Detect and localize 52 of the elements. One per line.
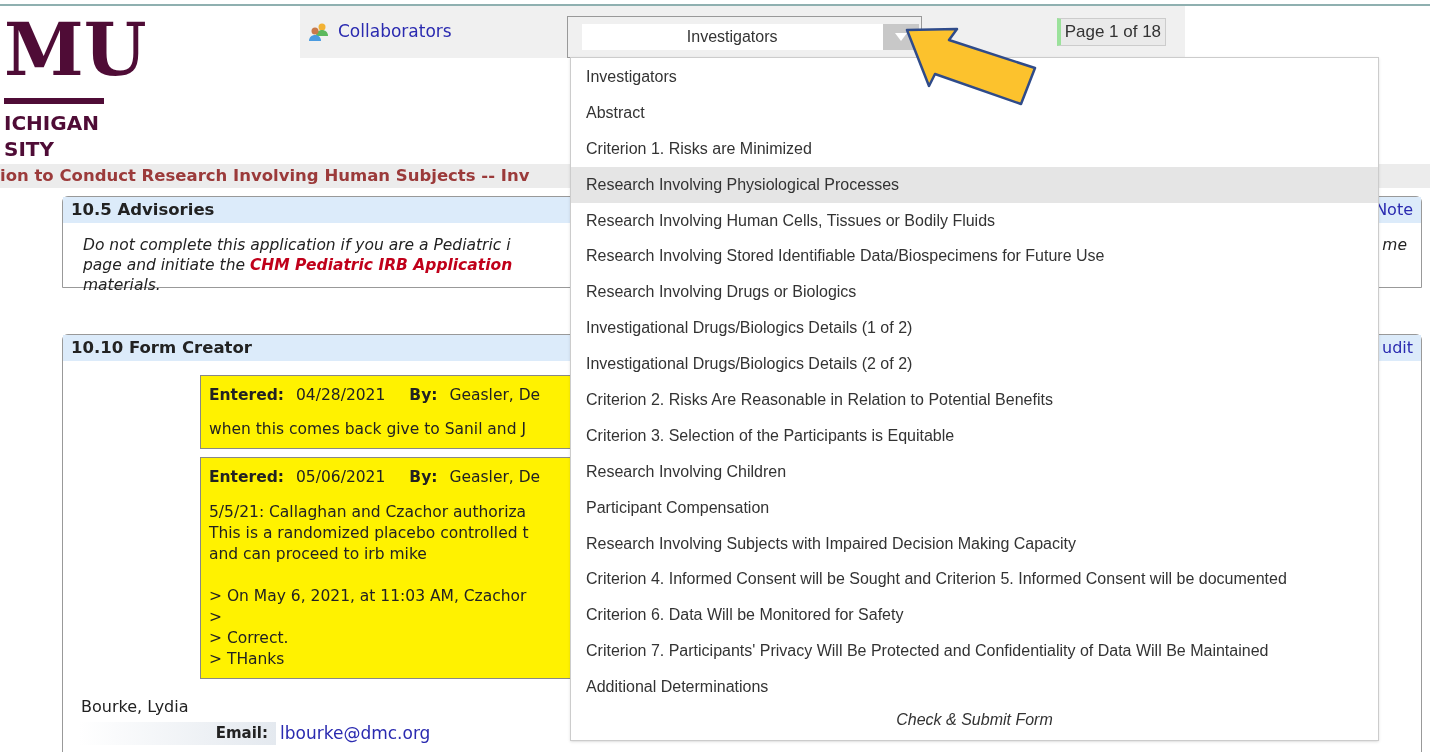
note-text: > bbox=[209, 606, 222, 628]
audit-link[interactable]: udit bbox=[1382, 336, 1413, 360]
entered-label: Entered: bbox=[209, 467, 284, 489]
note-text: > On May 6, 2021, at 11:03 AM, Czachor bbox=[209, 585, 527, 607]
entered-date: 05/06/2021 bbox=[296, 467, 386, 489]
entered-date: 04/28/2021 bbox=[296, 385, 386, 406]
menu-item[interactable]: Criterion 4. Informed Consent will be Sought and Criterion 5. Informed Consent will be documented bbox=[571, 561, 1378, 598]
note-text: when this comes back give to Sanil and J bbox=[209, 419, 527, 441]
entered-label: Entered: bbox=[209, 385, 284, 406]
menu-item[interactable]: Criterion 7. Participants' Privacy Will Be Protected and Confidentiality of Data Will Be Maintained bbox=[571, 633, 1378, 670]
logo-text: SITY bbox=[4, 136, 55, 162]
note-text: 5/5/21: Callaghan and Czachor authoriza bbox=[209, 501, 527, 523]
note-text: and can proceed to irb mike bbox=[209, 543, 427, 565]
page-select[interactable]: Investigators bbox=[566, 16, 922, 58]
by-label: By: bbox=[409, 385, 438, 406]
menu-item[interactable]: Investigators bbox=[571, 59, 1378, 95]
menu-item[interactable]: Criterion 3. Selection of the Participants is Equitable bbox=[571, 417, 1378, 454]
advisory-text: me bbox=[1382, 235, 1407, 256]
section-title: 10.5 Advisories bbox=[71, 198, 215, 221]
by-label: By: bbox=[409, 467, 438, 489]
author-name: Geasler, De bbox=[449, 467, 541, 489]
section-title: 10.10 Form Creator bbox=[71, 336, 252, 359]
logo-monogram: MU bbox=[4, 6, 147, 94]
menu-item[interactable]: Research Involving Subjects with Impaired Decision Making Capacity bbox=[571, 525, 1378, 562]
select-value: Investigators bbox=[581, 24, 883, 50]
menu-item[interactable]: Research Involving Children bbox=[571, 453, 1378, 490]
submit-menu-item[interactable]: Check & Submit Form bbox=[571, 705, 1378, 736]
advisory-text: Do not complete this application if you are a Pediatric i bbox=[83, 235, 512, 255]
menu-item[interactable]: Participant Compensation bbox=[571, 489, 1378, 526]
menu-item[interactable]: Investigational Drugs/Biologics Details (2 of 2) bbox=[571, 346, 1378, 382]
page-indicator: Page 1 of 18 bbox=[1056, 18, 1167, 46]
menu-item[interactable]: Additional Determinations bbox=[571, 669, 1378, 706]
logo-text: ICHIGAN bbox=[4, 110, 100, 136]
email-link[interactable]: lbourke@dmc.org bbox=[280, 720, 431, 746]
menu-item[interactable]: Criterion 6. Data Will be Monitored for Safety bbox=[571, 597, 1378, 634]
menu-item[interactable]: Investigational Drugs/Biologics Details (1 of 2) bbox=[571, 310, 1378, 347]
advisory-text: page and initiate the CHM Pediatric IRB Application bbox=[83, 255, 513, 275]
menu-item[interactable]: Research Involving Physiological Processes bbox=[571, 166, 1378, 203]
menu-item[interactable]: Research Involving Drugs or Biologics bbox=[571, 274, 1378, 311]
advisory-text: materials. bbox=[83, 275, 162, 295]
menu-item[interactable]: Abstract bbox=[571, 94, 1378, 131]
caret-icon bbox=[894, 33, 907, 41]
people-icon bbox=[308, 22, 330, 42]
note-text: > Correct. bbox=[209, 627, 289, 649]
collaborators-link[interactable]: Collaborators bbox=[308, 19, 452, 45]
menu-item[interactable]: Criterion 2. Risks Are Reasonable in Relation to Potential Benefits bbox=[571, 382, 1378, 418]
note-text: > THanks bbox=[209, 648, 285, 670]
menu-item[interactable]: Criterion 1. Risks are Minimized bbox=[571, 130, 1378, 167]
menu-item[interactable]: Research Involving Human Cells, Tissues or Bodily Fluids bbox=[571, 202, 1378, 239]
author-name: Geasler, De bbox=[449, 385, 541, 406]
menu-item[interactable]: Research Involving Stored Identifiable Data/Biospecimens for Future Use bbox=[571, 238, 1378, 275]
note-text: This is a randomized placebo controlled t bbox=[209, 522, 529, 544]
